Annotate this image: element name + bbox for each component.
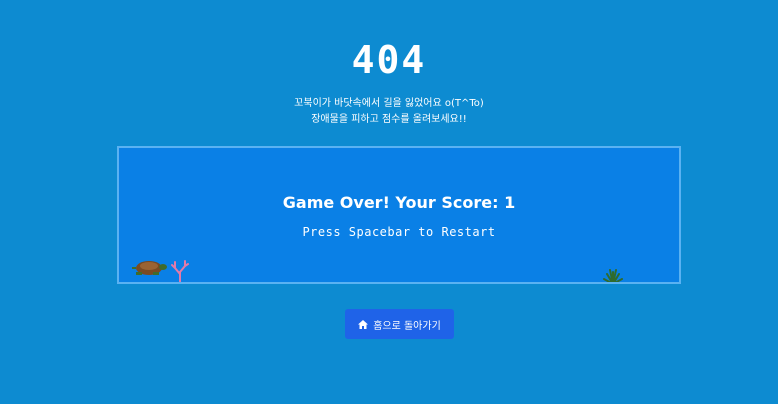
- home-icon: [358, 319, 369, 329]
- game-canvas[interactable]: Game Over! Your Score: 1 Press Spacebar …: [117, 146, 681, 284]
- game-over-text: Game Over! Your Score: 1: [282, 193, 516, 212]
- coral-icon: [171, 260, 189, 282]
- description: 꼬북이가 바닷속에서 길을 잃었어요 o(T^To) 장애물을 피하고 점수를 …: [0, 96, 778, 128]
- home-button-label: 홈으로 돌아가기: [373, 320, 441, 332]
- restart-hint: Press Spacebar to Restart: [302, 225, 496, 239]
- page-title: 404: [351, 38, 427, 82]
- seaweed-icon: [603, 269, 623, 282]
- turtle-player-icon: [132, 261, 167, 275]
- home-button[interactable]: 홈으로 돌아가기: [345, 309, 454, 339]
- description-line-1: 꼬북이가 바닷속에서 길을 잃었어요 o(T^To): [294, 98, 484, 109]
- description-line-2: 장애물을 피하고 점수를 올려보세요!!: [311, 114, 467, 125]
